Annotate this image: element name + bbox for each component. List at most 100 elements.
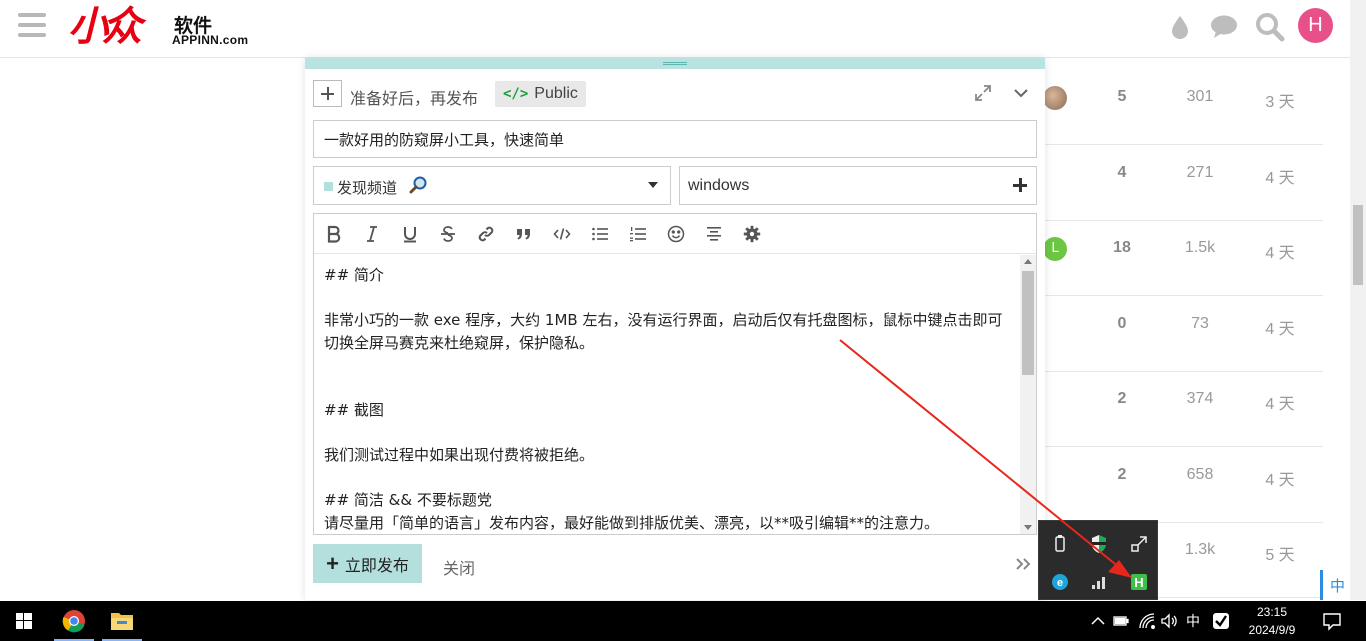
editor-toolbar — [314, 214, 1036, 254]
underline-icon[interactable] — [398, 222, 422, 246]
editor-scrollbar[interactable] — [1020, 255, 1036, 534]
markdown-editor: ## 简介 非常小巧的一款 exe 程序，大约 1MB 左右，没有运行界面，启动… — [313, 213, 1037, 535]
bold-icon[interactable] — [322, 222, 346, 246]
svg-text:H: H — [1134, 575, 1143, 590]
topic-activity-time[interactable]: 4 天 — [1255, 164, 1305, 188]
topic-row[interactable]: 5 301 3 天 — [1043, 70, 1323, 145]
clock-date: 2024/9/9 — [1248, 623, 1296, 637]
topic-views-count: 1.5k — [1184, 239, 1216, 256]
topic-row[interactable]: 4 271 4 天 — [1045, 146, 1323, 221]
topic-replies-count: 5 — [1117, 88, 1127, 105]
magnifier-icon — [408, 175, 428, 195]
svg-text:e: e — [1057, 577, 1063, 589]
h-app-icon[interactable]: H — [1128, 571, 1150, 593]
plus-icon: + — [326, 550, 339, 576]
shield-icon[interactable] — [1088, 533, 1110, 555]
poster-avatar[interactable]: L — [1043, 237, 1067, 261]
ime-floating-label: 中 — [1330, 577, 1346, 595]
topic-row[interactable]: 2 658 4 天 — [1045, 448, 1323, 523]
category-label: 发现频道 — [337, 179, 398, 197]
close-composer-link[interactable]: 关闭 — [443, 555, 475, 579]
bullet-list-icon[interactable] — [588, 222, 612, 246]
post-body-textarea[interactable]: ## 简介 非常小巧的一款 exe 程序，大约 1MB 左右，没有运行界面，启动… — [314, 255, 1020, 535]
topic-row[interactable]: L 18 1.5k 4 天 — [1043, 221, 1323, 296]
topic-views-count: 73 — [1191, 314, 1209, 332]
topic-activity-time[interactable]: 4 天 — [1255, 466, 1305, 490]
tag-chooser[interactable]: windows — [679, 166, 1037, 205]
system-clock[interactable]: 23:15 2024/9/9 — [1240, 603, 1304, 639]
chat-bubble-icon[interactable] — [1207, 10, 1241, 44]
ime-floating-indicator[interactable]: 中 — [1320, 570, 1350, 600]
water-drop-icon[interactable] — [1164, 10, 1198, 44]
topic-activity-time[interactable]: 5 天 — [1255, 541, 1305, 565]
topic-replies-count: 0 — [1117, 314, 1127, 332]
tag-value: windows — [688, 177, 750, 194]
edge-icon[interactable]: e — [1049, 571, 1071, 593]
file-explorer-icon[interactable] — [98, 601, 146, 641]
dropdown-caret-icon — [648, 182, 658, 188]
numbered-list-icon[interactable] — [626, 222, 650, 246]
composer-resize-handle[interactable] — [305, 58, 1045, 69]
volume-icon[interactable] — [1160, 612, 1178, 630]
topic-title-input[interactable] — [313, 120, 1037, 158]
poster-avatar[interactable] — [1043, 86, 1067, 110]
chrome-icon[interactable] — [50, 601, 98, 641]
topic-activity-time[interactable]: 3 天 — [1255, 88, 1305, 112]
page-scrollbar-thumb[interactable] — [1353, 205, 1363, 285]
fullscreen-expand-icon[interactable] — [973, 83, 993, 103]
topic-views-count: 1.3k — [1184, 541, 1216, 558]
publish-button[interactable]: + 立即发布 — [313, 544, 422, 583]
windows-start-icon[interactable] — [0, 601, 48, 641]
topic-activity-time[interactable]: 4 天 — [1255, 239, 1305, 263]
page-scrollbar[interactable] — [1350, 0, 1366, 600]
visibility-badge[interactable]: </> Public — [495, 81, 586, 107]
topic-replies-count: 4 — [1117, 163, 1127, 181]
tray-overflow-popup: e H — [1038, 520, 1158, 600]
topic-replies-count: 2 — [1117, 390, 1127, 407]
scroll-up-arrow-icon[interactable] — [1024, 259, 1032, 264]
chevron-down-icon[interactable] — [1011, 83, 1031, 103]
logo-domain-text: APPINN.com — [172, 33, 249, 47]
resize-grip-lines — [663, 62, 687, 65]
notification-center-icon[interactable] — [1322, 611, 1342, 631]
user-avatar[interactable]: H — [1298, 8, 1333, 43]
usb-icon[interactable] — [1049, 533, 1071, 555]
scroll-down-arrow-icon[interactable] — [1024, 525, 1032, 530]
composer-action-button[interactable] — [313, 80, 342, 107]
quote-icon[interactable] — [512, 222, 536, 246]
emoji-icon[interactable] — [664, 222, 688, 246]
battery-icon[interactable] — [1112, 612, 1130, 630]
logo-wordmark: 小众 — [68, 4, 142, 50]
link-icon[interactable] — [474, 222, 498, 246]
clock-time: 23:15 — [1256, 605, 1288, 619]
wifi-icon[interactable] — [1138, 612, 1156, 630]
ime-mode-indicator[interactable]: 中 — [1186, 611, 1200, 631]
topic-activity-time[interactable]: 4 天 — [1255, 390, 1305, 414]
site-logo[interactable]: 小众 软件 APPINN.com — [68, 5, 268, 49]
resize-icon[interactable] — [1128, 533, 1150, 555]
site-header: 小众 软件 APPINN.com H — [0, 0, 1350, 58]
strikethrough-icon[interactable] — [436, 222, 460, 246]
windows-taskbar: 中 23:15 2024/9/9 — [0, 601, 1366, 641]
topic-views-count: 658 — [1186, 465, 1214, 483]
topic-row[interactable]: 0 73 4 天 — [1045, 297, 1323, 372]
add-tag-icon[interactable] — [1010, 175, 1030, 195]
topic-replies-count: 18 — [1113, 239, 1131, 256]
checkmark-app-icon[interactable] — [1212, 612, 1230, 630]
double-chevron-right-icon[interactable] — [1013, 554, 1033, 574]
align-center-icon[interactable] — [702, 222, 726, 246]
topic-replies-count: 2 — [1117, 465, 1127, 483]
topic-row[interactable]: 2 374 4 天 — [1045, 372, 1323, 447]
menu-icon[interactable] — [18, 13, 46, 37]
category-select[interactable]: 发现频道 — [313, 166, 671, 205]
show-hidden-icons-chevron-icon[interactable] — [1088, 601, 1108, 641]
code-icon[interactable] — [550, 222, 574, 246]
search-icon[interactable] — [1253, 10, 1287, 44]
topic-activity-time[interactable]: 4 天 — [1255, 315, 1305, 339]
italic-icon[interactable] — [360, 222, 384, 246]
editor-scrollbar-thumb[interactable] — [1022, 271, 1034, 375]
gear-icon[interactable] — [740, 222, 764, 246]
signal-bars-icon[interactable] — [1088, 571, 1110, 593]
visibility-label: Public — [534, 85, 578, 102]
publish-button-label: 立即发布 — [344, 557, 409, 575]
